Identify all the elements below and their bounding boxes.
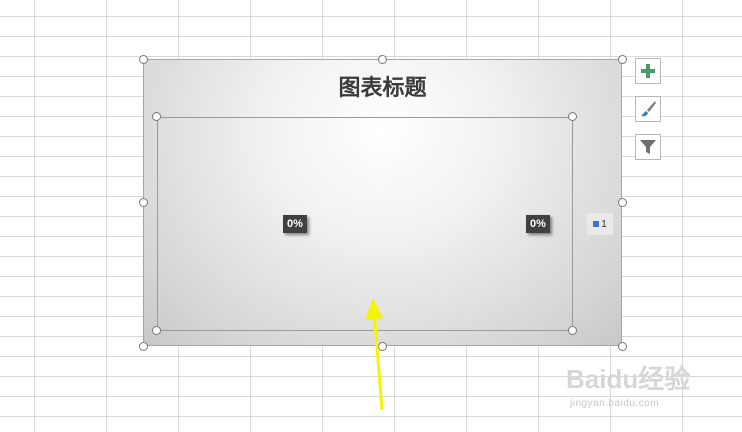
- resize-handle-top-left[interactable]: [139, 55, 148, 64]
- chart-title[interactable]: 图表标题: [144, 70, 621, 102]
- resize-handle-right[interactable]: [618, 198, 627, 207]
- plot-handle-top-left[interactable]: [152, 112, 161, 121]
- legend-entry: 1: [601, 218, 607, 230]
- resize-handle-bottom-left[interactable]: [139, 342, 148, 351]
- resize-handle-left[interactable]: [139, 198, 148, 207]
- legend[interactable]: 1: [587, 213, 613, 235]
- chart-styles-button[interactable]: [635, 96, 661, 122]
- resize-handle-top-right[interactable]: [618, 55, 627, 64]
- data-label[interactable]: 0%: [283, 215, 307, 233]
- paintbrush-icon: [641, 101, 656, 117]
- data-label[interactable]: 0%: [526, 215, 550, 233]
- funnel-icon: [640, 140, 656, 154]
- plot-handle-bottom-left[interactable]: [152, 326, 161, 335]
- watermark-logo-text: Baidu经验: [566, 364, 690, 394]
- chart-elements-button[interactable]: [635, 58, 661, 84]
- plot-handle-bottom-right[interactable]: [568, 326, 577, 335]
- plot-handle-top-right[interactable]: [568, 112, 577, 121]
- annotation-arrow-icon: [365, 298, 384, 411]
- baidu-jingyan-watermark: Baidu经验: [566, 364, 690, 394]
- legend-swatch: [593, 221, 600, 227]
- plus-icon: [641, 64, 655, 78]
- resize-handle-top[interactable]: [378, 55, 387, 64]
- resize-handle-bottom-right[interactable]: [618, 342, 627, 351]
- chart-filters-button[interactable]: [635, 134, 661, 160]
- watermark-url: jingyan.baidu.com: [570, 398, 660, 409]
